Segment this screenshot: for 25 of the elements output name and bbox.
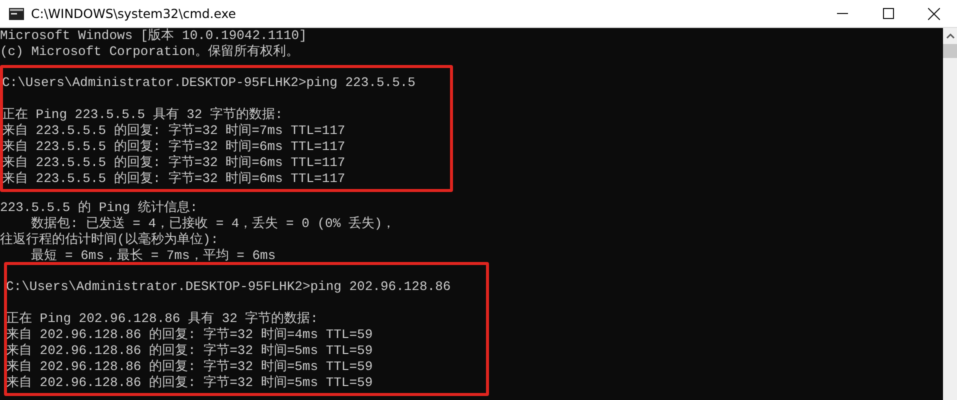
console-line: 来自 202.96.128.86 的回复: 字节=32 时间=5ms TTL=59 xyxy=(6,375,374,391)
console-line: C:\Users\Administrator.DESKTOP-95FLHK2>ping 223.5.5.5 xyxy=(2,75,416,91)
console-line: 来自 202.96.128.86 的回复: 字节=32 时间=5ms TTL=59 xyxy=(6,359,374,375)
console-line: 正在 Ping 202.96.128.86 具有 32 字节的数据: xyxy=(6,311,320,327)
console-line: 来自 223.5.5.5 的回复: 字节=32 时间=6ms TTL=117 xyxy=(2,171,346,187)
console-line: C:\Users\Administrator.DESKTOP-95FLHK2>ping 202.96.128.86 xyxy=(6,279,451,295)
console-line: 正在 Ping 223.5.5.5 具有 32 字节的数据: xyxy=(2,107,284,123)
console-line: 数据包: 已发送 = 4，已接收 = 4，丢失 = 0 (0% 丢失)， xyxy=(30,216,396,232)
console-line: 来自 223.5.5.5 的回复: 字节=32 时间=6ms TTL=117 xyxy=(2,139,346,155)
scrollbar[interactable] xyxy=(943,28,957,400)
scroll-thumb[interactable] xyxy=(943,44,957,58)
console-line: 来自 202.96.128.86 的回复: 字节=32 时间=5ms TTL=59 xyxy=(6,343,374,359)
console-line: 最短 = 6ms，最长 = 7ms，平均 = 6ms xyxy=(30,248,277,264)
console-icon xyxy=(9,8,24,20)
console-line: 往返行程的估计时间(以毫秒为单位): xyxy=(0,232,220,248)
maximize-icon xyxy=(882,8,894,19)
console-line: 来自 202.96.128.86 的回复: 字节=32 时间=4ms TTL=59 xyxy=(6,327,374,343)
console-line: 223.5.5.5 的 Ping 统计信息: xyxy=(0,200,199,216)
scroll-up-icon[interactable] xyxy=(946,33,954,39)
console-line: Microsoft Windows [版本 10.0.19042.1110] xyxy=(0,28,307,44)
close-icon xyxy=(928,8,940,20)
window-title: C:\WINDOWS\system32\cmd.exe xyxy=(31,6,236,21)
console-line: 来自 223.5.5.5 的回复: 字节=32 时间=6ms TTL=117 xyxy=(2,155,346,171)
console-line: (c) Microsoft Corporation。保留所有权利。 xyxy=(0,44,300,60)
console-line: 来自 223.5.5.5 的回复: 字节=32 时间=7ms TTL=117 xyxy=(2,123,346,139)
